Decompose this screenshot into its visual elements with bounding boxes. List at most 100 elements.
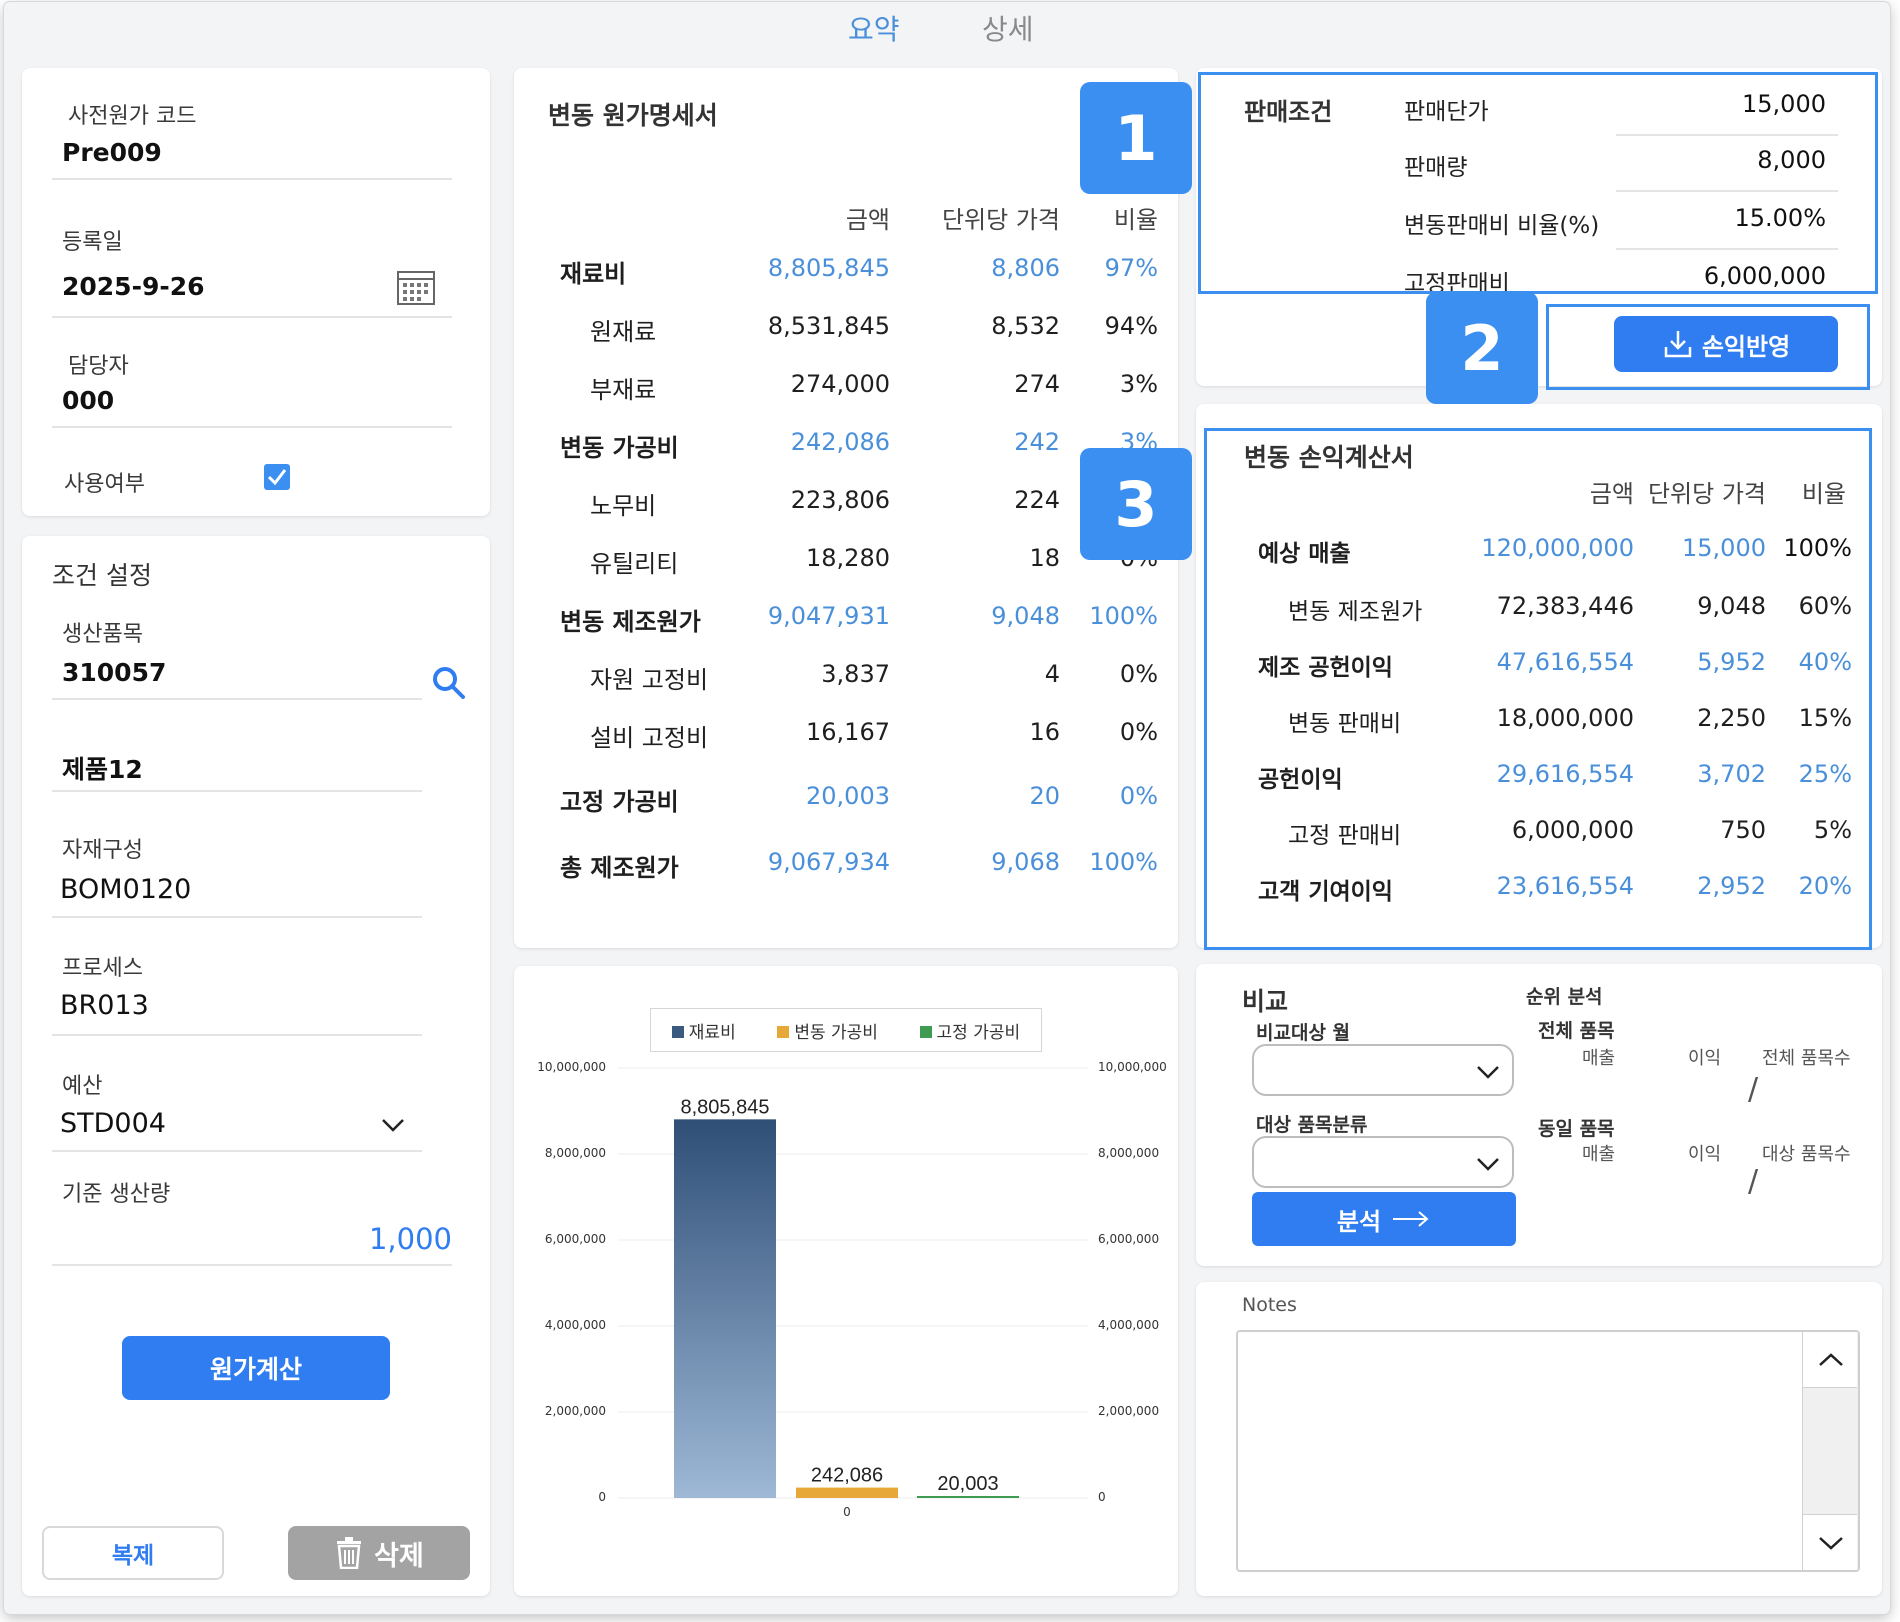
col-unit-price: 단위당 가격 [941,206,1060,234]
category-select[interactable] [1252,1136,1514,1188]
chart-data-label: 20,003 [937,1473,998,1495]
cost-row-ratio: 0% [1119,718,1158,746]
col-amount: 금액 [845,206,890,234]
cost-row-unit-price: 16 [1029,718,1060,746]
legend-item-variable: 변동 가공비 [777,1018,878,1043]
bom-value[interactable]: BOM0120 [60,874,191,905]
cost-row-label: 총 제조원가 [560,854,679,882]
chart-data-label: 242,086 [811,1465,883,1487]
y-tick-label-right: 8,000,000 [1098,1146,1160,1160]
cost-row-amount: 3,837 [821,660,890,688]
notes-scrollbar[interactable] [1802,1332,1858,1570]
chart-data-label: 8,805,845 [681,1096,770,1118]
search-icon[interactable] [432,666,466,700]
target-count-label: 대상 품목수 [1762,1144,1851,1165]
month-select[interactable] [1252,1044,1514,1096]
chevron-down-icon [1819,1537,1843,1550]
same-sales-label: 매출 [1582,1144,1616,1165]
trash-icon [337,1537,362,1569]
cost-row-amount: 274,000 [790,370,890,398]
cost-statement-title: 변동 원가명세서 [548,101,718,130]
cost-row-unit-price: 9,068 [991,848,1060,876]
calculate-button[interactable]: 원가계산 [122,1336,390,1400]
item-label: 생산품목 [62,622,143,647]
rank-analysis-title: 순위 분석 [1526,986,1603,1008]
y-tick-label-left: 10,000,000 [537,1060,606,1074]
comparison-title: 비교 [1242,987,1289,1016]
y-tick-label-left: 8,000,000 [544,1146,606,1160]
month-label: 비교대상 월 [1256,1022,1351,1044]
tab-summary[interactable]: 요약 [848,8,900,48]
chart-legend: 재료비 변동 가공비 고정 가공비 [650,1008,1042,1052]
badge-1: 1 [1080,82,1192,194]
cost-row-ratio: 100% [1089,848,1158,876]
y-tick-label-right: 4,000,000 [1098,1318,1160,1332]
legend-item-fixed: 고정 가공비 [919,1018,1020,1043]
cost-row-label: 재료비 [560,260,627,288]
notes-card: Notes [1196,1282,1882,1596]
y-tick-label-left: 2,000,000 [544,1404,606,1418]
conditions-title: 조건 설정 [52,561,152,590]
delete-button[interactable]: 삭제 [288,1526,470,1580]
all-slash: / [1748,1072,1759,1107]
cost-row-amount: 242,086 [790,428,890,456]
comparison-card: 비교 비교대상 월 대상 품목분류 분석 순위 분석 전체 품목 매출 이익 전… [1196,964,1882,1266]
all-items-label: 전체 품목 [1538,1020,1615,1042]
budget-label: 예산 [62,1074,103,1099]
calendar-icon[interactable] [396,268,436,306]
y-tick-label-left: 0 [598,1490,606,1504]
cost-row-ratio: 0% [1119,660,1158,688]
cost-row-label: 변동 제조원가 [560,608,701,636]
cost-row-unit-price: 18 [1029,544,1060,572]
cost-row-label: 변동 가공비 [560,434,679,462]
use-label: 사용여부 [64,472,145,497]
item-name: 제품12 [62,755,143,784]
date-label: 등록일 [62,230,123,255]
chart-x-zero-label: 0 [843,1505,851,1519]
scroll-down-button[interactable] [1803,1514,1857,1570]
all-profit-label: 이익 [1688,1048,1722,1069]
chevron-down-icon [1477,1066,1499,1079]
chart-bar[interactable] [796,1487,898,1498]
arrow-right-icon [1393,1211,1429,1227]
date-value[interactable]: 2025-9-26 [62,272,205,301]
all-sales-label: 매출 [1582,1048,1616,1069]
check-icon [267,469,287,486]
analyze-button[interactable]: 분석 [1252,1192,1516,1246]
notes-label: Notes [1242,1294,1297,1316]
cost-row-unit-price: 274 [1014,370,1060,398]
use-checkbox[interactable] [264,464,290,490]
cost-row-amount: 18,280 [806,544,890,572]
y-tick-label-right: 10,000,000 [1098,1060,1167,1074]
budget-select[interactable]: STD004 [60,1108,166,1139]
tab-detail[interactable]: 상세 [982,8,1034,48]
code-label: 사전원가 코드 [68,104,197,129]
delete-label: 삭제 [374,1540,424,1572]
badge-2: 2 [1426,292,1538,404]
cost-row-unit-price: 224 [1014,486,1060,514]
manager-value[interactable]: 000 [62,386,114,415]
cost-row-ratio: 3% [1119,370,1158,398]
conditions-card: 조건 설정 생산품목 310057 제품12 자재구성 BOM0120 프로세스… [22,536,490,1596]
chart-bar[interactable] [917,1496,1019,1498]
bom-label: 자재구성 [62,838,143,863]
highlight-box-1 [1198,72,1878,294]
item-code[interactable]: 310057 [62,658,166,687]
process-value[interactable]: BR013 [60,990,149,1021]
notes-textarea[interactable] [1236,1330,1860,1572]
chart-bar[interactable] [674,1119,776,1498]
chevron-down-icon[interactable] [380,1116,406,1134]
cost-row-unit-price: 4 [1044,660,1060,688]
analyze-label: 분석 [1336,1207,1382,1236]
qty-value[interactable]: 1,000 [322,1222,452,1256]
y-tick-label-left: 4,000,000 [544,1318,606,1332]
cost-row-ratio: 0% [1119,782,1158,810]
code-value[interactable]: Pre009 [62,138,162,167]
col-ratio: 비율 [1113,206,1158,234]
copy-button[interactable]: 복제 [42,1526,224,1580]
scroll-up-button[interactable] [1803,1332,1857,1388]
same-profit-label: 이익 [1688,1144,1722,1165]
cost-row-unit-price: 20 [1029,782,1060,810]
y-tick-label-left: 6,000,000 [544,1232,606,1246]
cost-row-unit-price: 242 [1014,428,1060,456]
